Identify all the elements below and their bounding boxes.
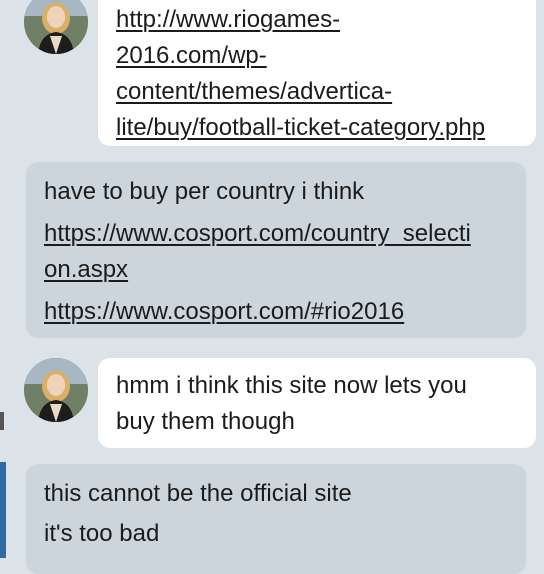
message-link[interactable]: content/themes/advertica- [116, 74, 518, 110]
message-bubble-outgoing: have to buy per country i think https://… [26, 162, 526, 338]
message-text: have to buy per country i think [44, 178, 365, 205]
window-edge-accent [0, 462, 6, 558]
person-avatar-icon [24, 358, 88, 422]
message-text: buy them though [116, 408, 295, 435]
window-edge [0, 0, 6, 558]
message-text: it's too bad [44, 520, 160, 547]
message-text: hmm i think this site now lets you [116, 372, 467, 399]
message-text: this cannot be the official site [44, 480, 352, 507]
message-link[interactable]: http://www.riogames- [116, 2, 518, 38]
window-edge-mark [0, 412, 4, 430]
message-link[interactable]: on.aspx [44, 252, 508, 288]
message-link[interactable]: https://www.cosport.com/#rio2016 [44, 294, 508, 330]
contact-avatar[interactable] [24, 358, 88, 422]
message-link[interactable]: https://www.cosport.com/country_selecti [44, 216, 508, 252]
message-bubble-incoming: http://www.riogames- 2016.com/wp- conten… [98, 0, 536, 146]
message-link[interactable]: 2016.com/wp- [116, 38, 518, 74]
message-bubble-incoming: hmm i think this site now lets you buy t… [98, 358, 536, 448]
person-avatar-icon [24, 0, 88, 54]
contact-avatar[interactable] [24, 0, 88, 54]
message-link[interactable]: lite/buy/football-ticket-category.php [116, 110, 518, 146]
